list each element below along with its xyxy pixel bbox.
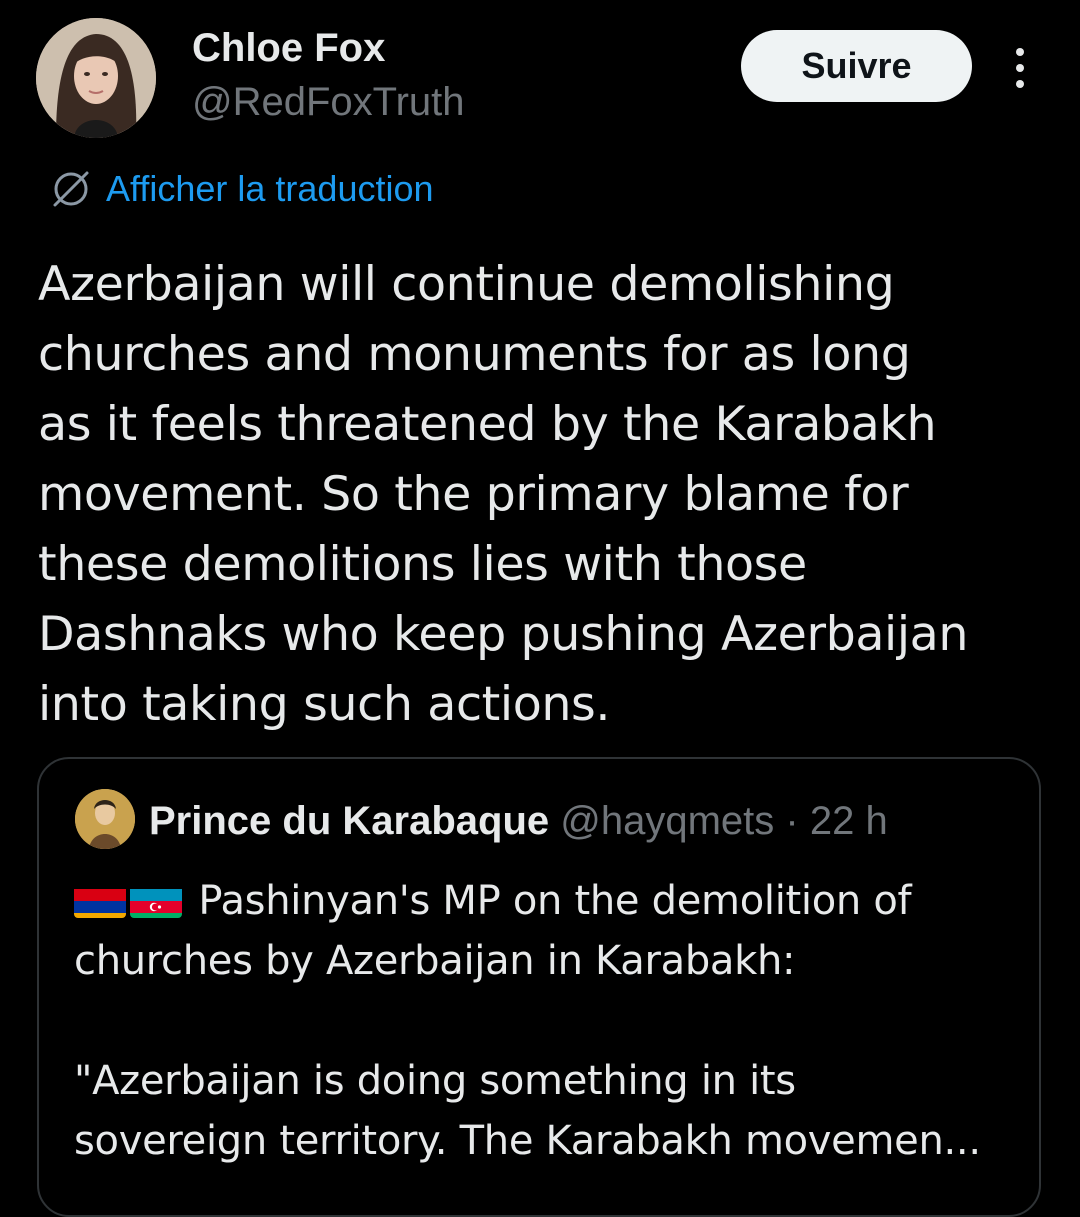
quoted-author-avatar[interactable] [75, 789, 135, 849]
quoted-author-handle[interactable]: @hayqmets [560, 799, 774, 843]
quoted-text-line: churches by Azerbaijan in Karabakh: [74, 938, 796, 984]
quoted-tweet-header: Prince du Karabaque @hayqmets · 22 h [149, 793, 888, 849]
vertical-ellipsis-icon[interactable] [1008, 46, 1032, 90]
author-name[interactable]: Chloe Fox [192, 26, 385, 71]
tweet-text-line: movement. So the primary blame for [38, 467, 909, 522]
quoted-author-name[interactable]: Prince du Karabaque [149, 799, 549, 843]
tweet-text: Azerbaijan will continue demolishing chu… [38, 250, 1048, 740]
separator-dot: · [785, 799, 799, 843]
quoted-text-line: "Azerbaijan is doing something in its [74, 1058, 796, 1104]
show-translation-label: Afficher la traduction [106, 168, 434, 209]
tweet-text-line: these demolitions lies with those [38, 537, 807, 592]
quoted-tweet-text: Pashinyan's MP on the demolition of chur… [74, 871, 1034, 1171]
tweet-text-line: Azerbaijan will continue demolishing [38, 257, 895, 312]
author-avatar[interactable] [36, 18, 156, 138]
tweet-text-line: Dashnaks who keep pushing Azerbaijan [38, 607, 969, 662]
tweet-text-line: into taking such actions. [38, 677, 611, 732]
author-handle[interactable]: @RedFoxTruth [192, 80, 465, 125]
quoted-text-line: Pashinyan's MP on the demolition of [74, 871, 1034, 931]
armenia-flag-icon [74, 882, 126, 918]
profile-photo-icon [36, 18, 156, 138]
follow-button[interactable]: Suivre [741, 30, 972, 102]
show-translation-link[interactable]: Afficher la traduction [50, 164, 434, 214]
quoted-text-line [74, 991, 1034, 1051]
portrait-painting-icon [75, 789, 135, 849]
quoted-tweet-time[interactable]: 22 h [810, 799, 888, 843]
quoted-text-line: sovereign territory. The Karabakh moveme… [74, 1118, 981, 1164]
tweet-header: Chloe Fox @RedFoxTruth Suivre [0, 0, 1080, 150]
quoted-tweet-card[interactable]: Prince du Karabaque @hayqmets · 22 h Pas… [37, 757, 1041, 1217]
azerbaijan-flag-icon [130, 882, 182, 918]
tweet-text-line: as it feels threatened by the Karabakh [38, 397, 937, 452]
globe-icon [53, 171, 89, 207]
tweet-text-line: churches and monuments for as long [38, 327, 911, 382]
